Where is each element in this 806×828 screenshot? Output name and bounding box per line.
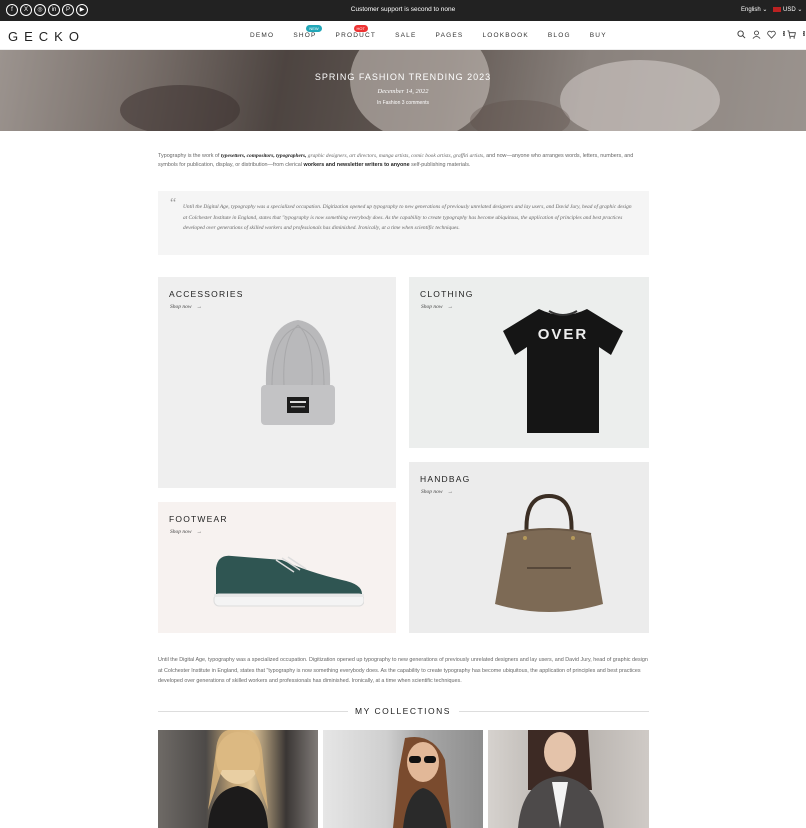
arrow-right-icon: → [447, 304, 454, 310]
cart-count: 0 [802, 31, 806, 36]
category-title: FOOTWEAR [169, 514, 228, 524]
shop-now-link[interactable]: Shop now → [170, 304, 202, 310]
chevron-down-icon: ⌄ [797, 7, 803, 13]
menu-item-blog[interactable]: BLOG [548, 32, 571, 39]
intro-bold: workers and newsletter writers to anyone [303, 162, 410, 168]
category-card-footwear[interactable]: FOOTWEAR Shop now → [158, 502, 396, 633]
support-message: Customer support is second to none [350, 6, 456, 13]
cart-icon[interactable]: 0 [787, 30, 806, 41]
post-title: SPRING FASHION TRENDING 2023 [314, 72, 492, 82]
top-bar: f X ◎ in P ▶ Customer support is second … [0, 0, 806, 21]
main-menu: DEMO SHOP NEW PRODUCT HOT SALE PAGES LOOKB… [250, 25, 626, 39]
menu-item-demo[interactable]: DEMO [250, 32, 274, 39]
sneaker-image [213, 555, 364, 607]
tshirt-image: OVER [503, 309, 623, 433]
shop-now-link[interactable]: Shop now → [170, 529, 202, 535]
hero-banner: SPRING FASHION TRENDING 2023 December 14… [0, 50, 806, 131]
quote-text: Until the Digital Age, typography was a … [183, 204, 632, 231]
collection-photo-2[interactable] [323, 730, 483, 828]
shop-now-link[interactable]: Shop now → [421, 304, 453, 310]
post-date: December 14, 2022 [377, 88, 429, 95]
wishlist-icon[interactable]: 0 [767, 30, 786, 41]
us-flag-icon [773, 6, 781, 12]
arrow-right-icon: → [447, 489, 454, 495]
menu-item-lookbook[interactable]: LOOKBOOK [482, 32, 528, 39]
menu-item-label: SHOP [293, 32, 317, 39]
shop-now-label: Shop now [421, 304, 443, 310]
body-paragraph: Until the Digital Age, typography was a … [158, 657, 648, 684]
blockquote: “ Until the Digital Age, typography was … [158, 191, 649, 255]
category-title: CLOTHING [420, 289, 474, 299]
quote-icon: “ [170, 196, 177, 211]
category-card-accessories[interactable]: ACCESSORIES Shop now → [158, 277, 396, 488]
handbag-image [495, 494, 603, 612]
category-title: HANDBAG [420, 474, 471, 484]
collection-image-leather-jacket [208, 730, 268, 828]
collections-title: MY COLLECTIONS [355, 706, 451, 716]
intro-bold-italic: typesetters, compositors, typographers, [220, 153, 307, 159]
hot-badge: HOT [353, 25, 368, 32]
collection-photo-1[interactable] [158, 730, 318, 828]
search-icon[interactable] [737, 30, 746, 41]
intro-text: Typography is the work of [158, 153, 221, 159]
category-title: ACCESSORIES [169, 289, 244, 299]
currency-label: USD [783, 7, 796, 13]
shop-now-label: Shop now [421, 489, 443, 495]
shop-now-link[interactable]: Shop now → [421, 489, 453, 495]
collection-photo-3[interactable] [488, 730, 649, 828]
logo[interactable]: GECKO [8, 29, 85, 44]
wishlist-count: 0 [782, 31, 786, 36]
collection-image-blazer [518, 730, 604, 828]
menu-item-sale[interactable]: SALE [395, 32, 416, 39]
arrow-right-icon: → [196, 304, 203, 310]
tshirt-print: OVER [538, 326, 589, 343]
category-card-handbag[interactable]: HANDBAG Shop now → [409, 462, 649, 633]
menu-item-buy[interactable]: BUY [590, 32, 607, 39]
shop-now-label: Shop now [170, 529, 192, 535]
language-label: English [741, 7, 761, 13]
user-icon[interactable] [752, 30, 761, 41]
category-card-clothing[interactable]: CLOTHING Shop now → OVER [409, 277, 649, 448]
shop-now-label: Shop now [170, 304, 192, 310]
new-badge: NEW [306, 25, 322, 32]
arrow-right-icon: → [196, 529, 203, 535]
language-selector[interactable]: English ⌄ [741, 6, 767, 13]
main-header: GECKO DEMO SHOP NEW PRODUCT HOT SALE PAGES… [0, 21, 806, 50]
intro-paragraph: Typography is the work of typesetters, c… [158, 152, 649, 170]
currency-selector[interactable]: USD ⌄ [773, 6, 802, 13]
menu-item-pages[interactable]: PAGES [436, 32, 464, 39]
menu-item-label: PRODUCT [335, 32, 377, 39]
chevron-down-icon: ⌄ [762, 7, 768, 13]
intro-text: self-publishing materials. [409, 162, 471, 168]
beanie-image [261, 320, 335, 425]
intro-italic: graphic designers, art directors, manga … [306, 153, 484, 159]
menu-item-shop[interactable]: SHOP NEW [293, 25, 322, 39]
collection-image-sunglasses [393, 736, 451, 828]
header-icons: 0 0 [737, 30, 806, 41]
post-meta[interactable]: In Fashion 3 comments [0, 100, 806, 106]
menu-item-product[interactable]: PRODUCT HOT [335, 25, 377, 39]
